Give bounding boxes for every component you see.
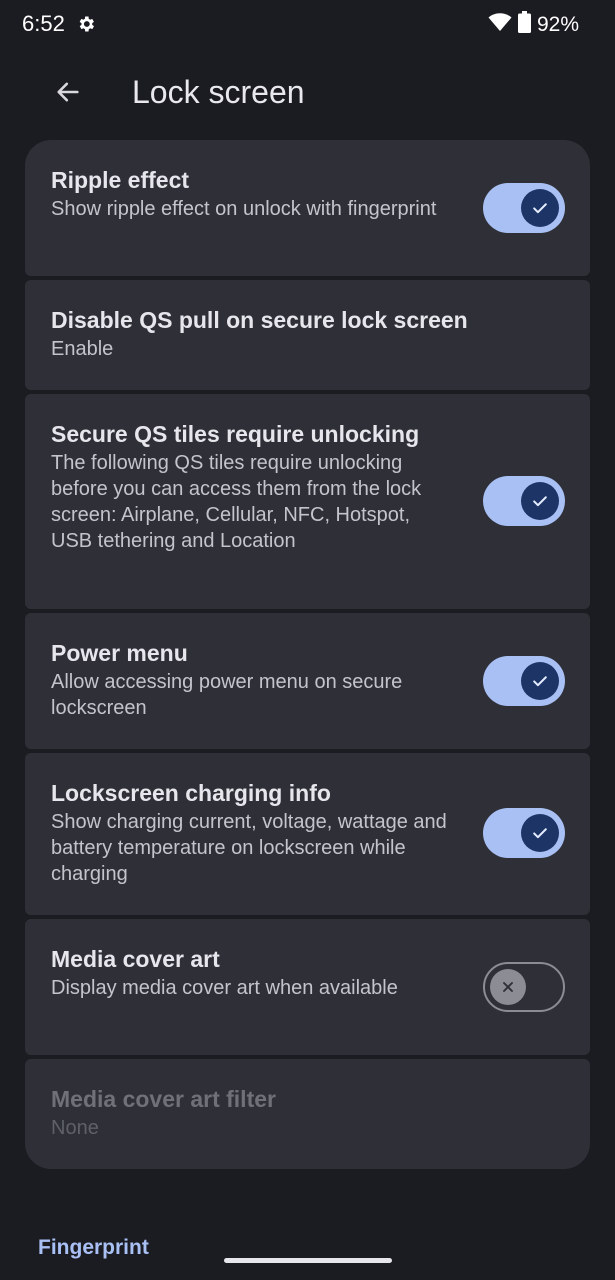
pref-summary: Allow accessing power menu on secure loc…: [51, 671, 403, 719]
status-time: 6:52: [22, 11, 65, 36]
gesture-nav-handle[interactable]: [224, 1258, 392, 1263]
pref-title: Media cover art: [51, 946, 220, 972]
back-arrow-icon: [54, 78, 82, 111]
pref-media-cover-art[interactable]: Media cover art Display media cover art …: [25, 919, 590, 1055]
pref-title: Power menu: [51, 640, 188, 666]
settings-list: Ripple effect Show ripple effect on unlo…: [25, 140, 590, 1173]
toggle-thumb: [490, 969, 526, 1005]
check-icon: [533, 496, 547, 507]
back-button[interactable]: [44, 70, 92, 118]
pref-summary: Display media cover art when available: [51, 977, 398, 999]
pref-secure-qs-tiles[interactable]: Secure QS tiles require unlocking The fo…: [25, 394, 590, 609]
wifi-icon: [488, 12, 512, 37]
ripple-effect-toggle[interactable]: [483, 183, 565, 233]
gear-icon: [76, 14, 96, 34]
power-menu-toggle[interactable]: [483, 656, 565, 706]
battery-percent: 92%: [536, 12, 579, 36]
toggle-thumb: [521, 482, 559, 520]
toggle-thumb: [521, 189, 559, 227]
secure-qs-tiles-toggle[interactable]: [483, 476, 565, 526]
pref-summary: Enable: [51, 338, 114, 360]
pref-ripple-effect[interactable]: Ripple effect Show ripple effect on unlo…: [25, 140, 590, 276]
pref-summary: Show ripple effect on unlock with finger…: [51, 198, 437, 220]
close-icon: [503, 982, 513, 992]
page-title: Lock screen: [132, 74, 305, 110]
media-cover-art-toggle[interactable]: [483, 962, 565, 1012]
check-icon: [533, 203, 547, 214]
lockscreen-charging-info-toggle[interactable]: [483, 808, 565, 858]
pref-title: Media cover art filter: [51, 1086, 276, 1112]
app-bar: Lock screen: [0, 60, 615, 128]
battery-icon: [517, 11, 531, 38]
pref-title: Ripple effect: [51, 167, 190, 193]
status-bar: 6:52 92%: [0, 0, 615, 50]
pref-summary: Show charging current, voltage, wattage …: [51, 811, 447, 885]
toggle-thumb: [521, 814, 559, 852]
pref-summary: None: [51, 1117, 99, 1139]
pref-title: Disable QS pull on secure lock screen: [51, 307, 468, 333]
check-icon: [533, 676, 547, 687]
pref-power-menu[interactable]: Power menu Allow accessing power menu on…: [25, 613, 590, 749]
pref-lockscreen-charging-info[interactable]: Lockscreen charging info Show charging c…: [25, 753, 590, 915]
pref-title: Lockscreen charging info: [51, 780, 331, 806]
pref-summary: The following QS tiles require unlocking…: [51, 452, 422, 552]
pref-media-cover-art-filter: Media cover art filter None: [25, 1059, 590, 1169]
toggle-thumb: [521, 662, 559, 700]
pref-title: Secure QS tiles require unlocking: [51, 421, 420, 447]
pref-disable-qs-pull[interactable]: Disable QS pull on secure lock screen En…: [25, 280, 590, 390]
check-icon: [533, 828, 547, 839]
section-header-fingerprint: Fingerprint: [38, 1236, 149, 1259]
